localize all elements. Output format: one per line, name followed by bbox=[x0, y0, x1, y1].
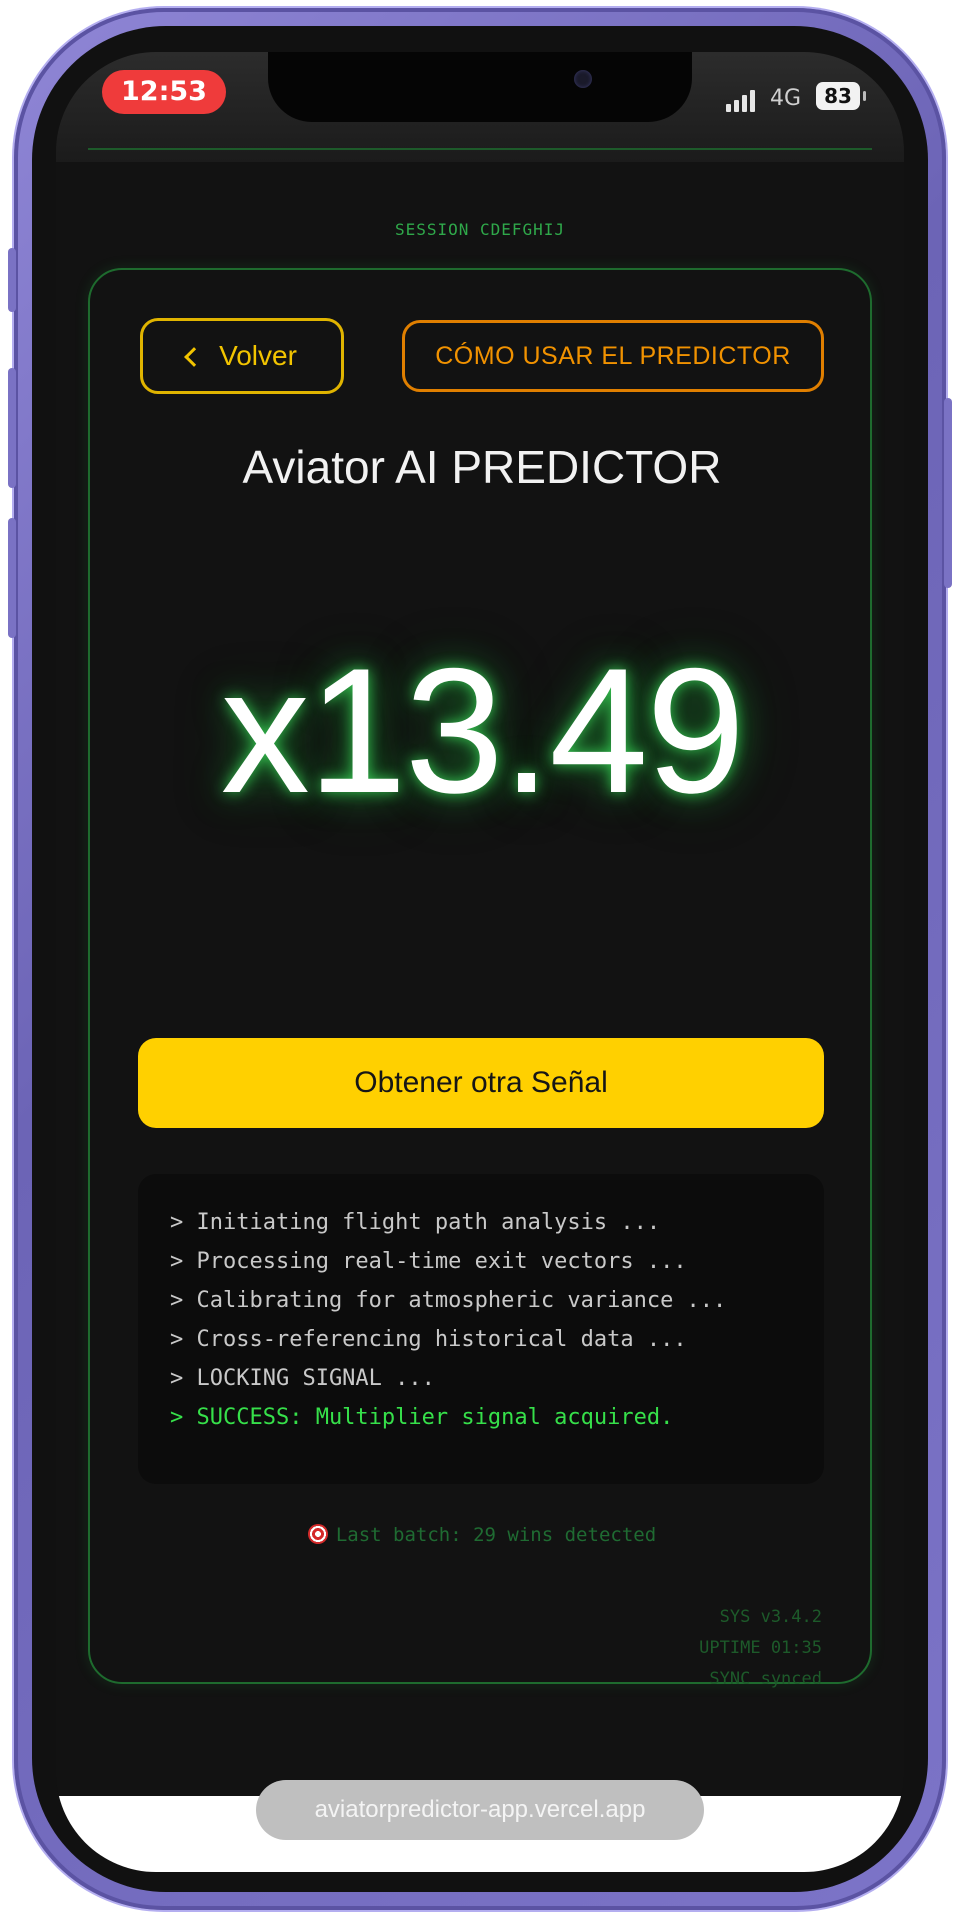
multiplier-value: x13.49 bbox=[220, 631, 745, 830]
mute-switch bbox=[8, 248, 16, 312]
volume-up-button bbox=[8, 368, 16, 488]
volume-down-button bbox=[8, 518, 16, 638]
last-batch-status: Last batch: 29 wins detected bbox=[90, 1524, 874, 1546]
sys-sync: SYNC synced bbox=[709, 1669, 822, 1689]
chevron-left-icon bbox=[184, 347, 204, 367]
log-line: > Calibrating for atmospheric variance .… bbox=[170, 1288, 727, 1313]
log-line: > Processing real-time exit vectors ... bbox=[170, 1249, 687, 1274]
system-info: SYS v3.4.2 UPTIME 01:35 SYNC synced bbox=[699, 1602, 822, 1695]
notch bbox=[268, 52, 692, 122]
log-line: > Initiating flight path analysis ... bbox=[170, 1210, 661, 1235]
status-bar: 12:53 4G 83 bbox=[56, 52, 904, 162]
sys-version: SYS v3.4.2 bbox=[719, 1607, 822, 1627]
page-title: Aviator AI PREDICTOR bbox=[242, 441, 722, 493]
phone-screen: 12:53 4G 83 SESSION CDEFGHIJ Volver CÓMO… bbox=[56, 52, 904, 1872]
target-icon bbox=[307, 1524, 328, 1544]
status-time: 12:53 bbox=[102, 70, 226, 114]
session-id: SESSION CDEFGHIJ bbox=[394, 220, 566, 239]
signal-icon bbox=[726, 88, 755, 112]
terminal-log: > Initiating flight path analysis ... > … bbox=[138, 1174, 824, 1484]
back-button[interactable]: Volver bbox=[140, 318, 344, 394]
predictor-card: Volver CÓMO USAR EL PREDICTOR Aviator AI… bbox=[88, 268, 874, 1689]
how-to-use-button[interactable]: CÓMO USAR EL PREDICTOR bbox=[402, 320, 824, 392]
url-bar[interactable]: aviatorpredictor-app.vercel.app bbox=[256, 1780, 704, 1840]
front-camera bbox=[574, 70, 592, 88]
back-button-label: Volver bbox=[219, 340, 297, 371]
get-signal-button[interactable]: Obtener otra Señal bbox=[138, 1038, 824, 1128]
log-line: > Cross-referencing historical data ... bbox=[170, 1327, 687, 1352]
battery-icon: 83 bbox=[816, 82, 866, 110]
sys-uptime: UPTIME 01:35 bbox=[699, 1638, 822, 1658]
log-line-success: > SUCCESS: Multiplier signal acquired. bbox=[170, 1405, 674, 1430]
log-line: > LOCKING SIGNAL ... bbox=[170, 1366, 435, 1391]
header-divider bbox=[88, 148, 872, 150]
power-button bbox=[944, 398, 952, 588]
network-type: 4G bbox=[770, 86, 802, 111]
last-batch-text: Last batch: 29 wins detected bbox=[335, 1524, 657, 1546]
